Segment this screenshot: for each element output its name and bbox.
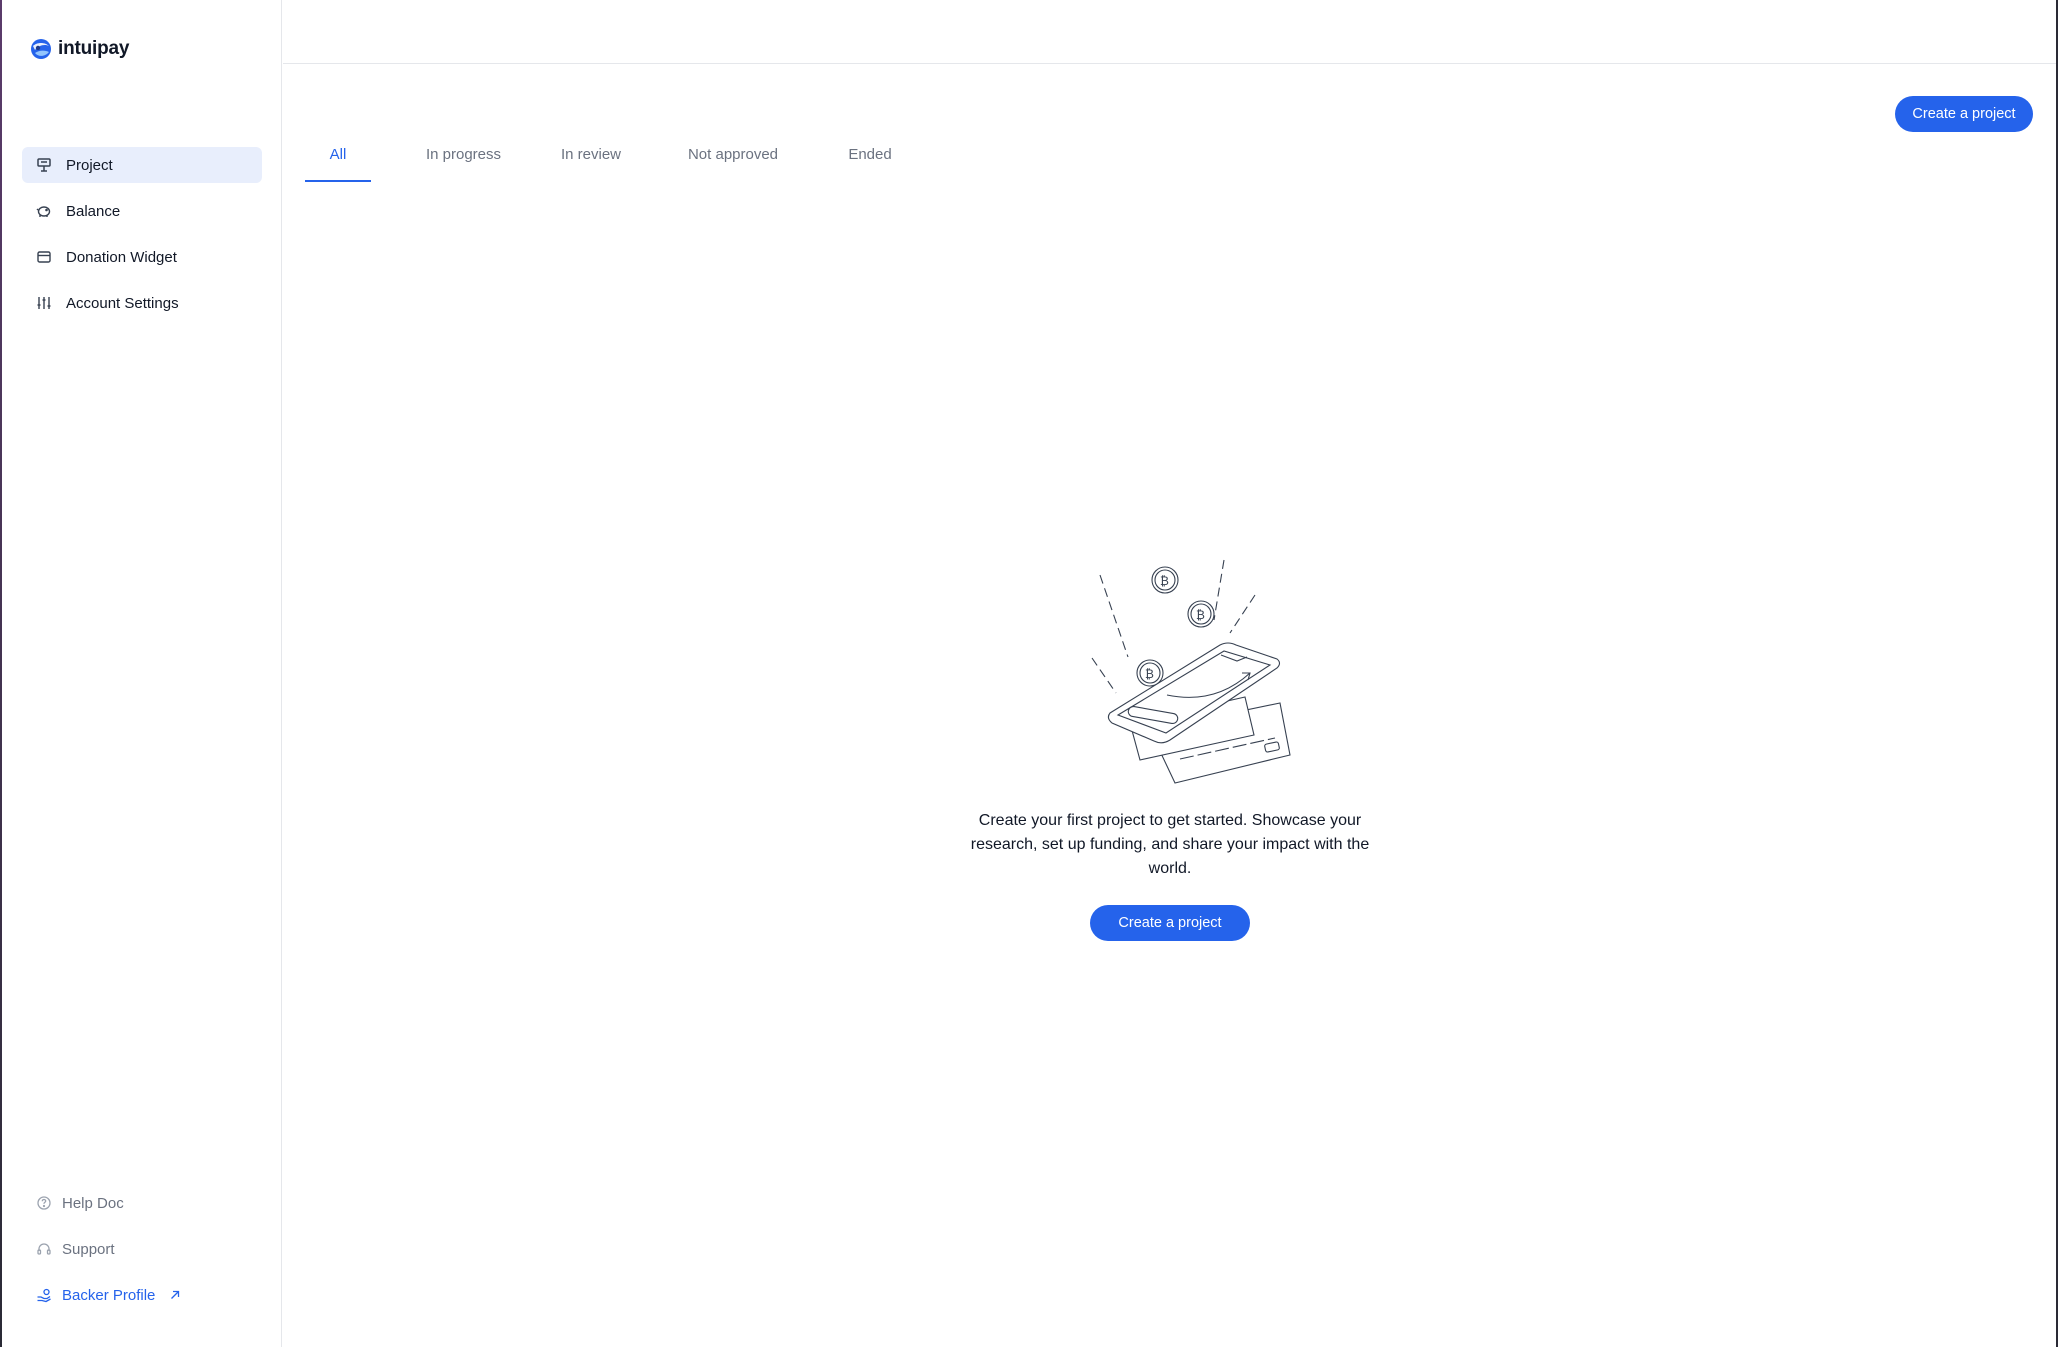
sidebar-item-label: Account Settings — [66, 294, 179, 312]
help-doc-label: Help Doc — [62, 1194, 124, 1212]
support-label: Support — [62, 1240, 115, 1258]
sidebar-bottom-links: Help Doc Support Backer Profile — [22, 1185, 262, 1323]
sidebar-item-label: Project — [66, 156, 113, 174]
headset-icon — [37, 1243, 51, 1255]
top-bar — [283, 0, 2056, 64]
project-tabs: All In progress In review Not approved E… — [305, 146, 900, 182]
hand-coins-icon — [37, 1288, 51, 1303]
sidebar-item-label: Balance — [66, 202, 121, 220]
phone-coins-illustration: ₿ ₿ ₿ — [1091, 559, 1291, 784]
help-doc-link[interactable]: Help Doc — [22, 1185, 262, 1221]
tab-not-approved[interactable]: Not approved — [678, 146, 788, 176]
piggy-bank-icon — [36, 206, 51, 217]
svg-text:₿: ₿ — [1145, 667, 1154, 681]
sidebar-item-project[interactable]: Project — [22, 147, 262, 183]
app-window: intuipay Project Balance Donation Widget… — [0, 0, 2058, 1347]
help-circle-icon — [37, 1196, 51, 1210]
sidebar: intuipay Project Balance Donation Widget… — [2, 0, 282, 1347]
brand-name: intuipay — [58, 38, 130, 59]
tab-in-review[interactable]: In review — [551, 146, 631, 176]
create-project-button-center[interactable]: Create a project — [1090, 905, 1250, 941]
intuipay-logo-icon — [31, 39, 51, 59]
presentation-board-icon — [37, 158, 51, 172]
sidebar-nav: Project Balance Donation Widget Account … — [22, 147, 262, 331]
svg-text:₿: ₿ — [1160, 574, 1169, 588]
tab-ended[interactable]: Ended — [840, 146, 900, 176]
sidebar-item-donation-widget[interactable]: Donation Widget — [22, 239, 262, 275]
sidebar-item-account-settings[interactable]: Account Settings — [22, 285, 262, 321]
empty-state: ₿ ₿ ₿ Create your first project to get s… — [955, 555, 1385, 941]
sidebar-item-balance[interactable]: Balance — [22, 193, 262, 229]
svg-text:₿: ₿ — [1196, 608, 1205, 622]
backer-profile-label: Backer Profile — [62, 1286, 156, 1304]
empty-state-message: Create your first project to get started… — [970, 812, 1370, 877]
tab-all[interactable]: All — [305, 146, 371, 182]
brand-logo[interactable]: intuipay — [30, 38, 129, 60]
sliders-icon — [37, 297, 51, 309]
support-link[interactable]: Support — [22, 1231, 262, 1267]
create-project-button[interactable]: Create a project — [1895, 96, 2033, 132]
window-icon — [37, 251, 51, 263]
backer-profile-link[interactable]: Backer Profile — [22, 1277, 262, 1313]
external-link-icon — [171, 1290, 180, 1299]
tab-in-progress[interactable]: In progress — [416, 146, 511, 176]
sidebar-item-label: Donation Widget — [66, 248, 177, 266]
